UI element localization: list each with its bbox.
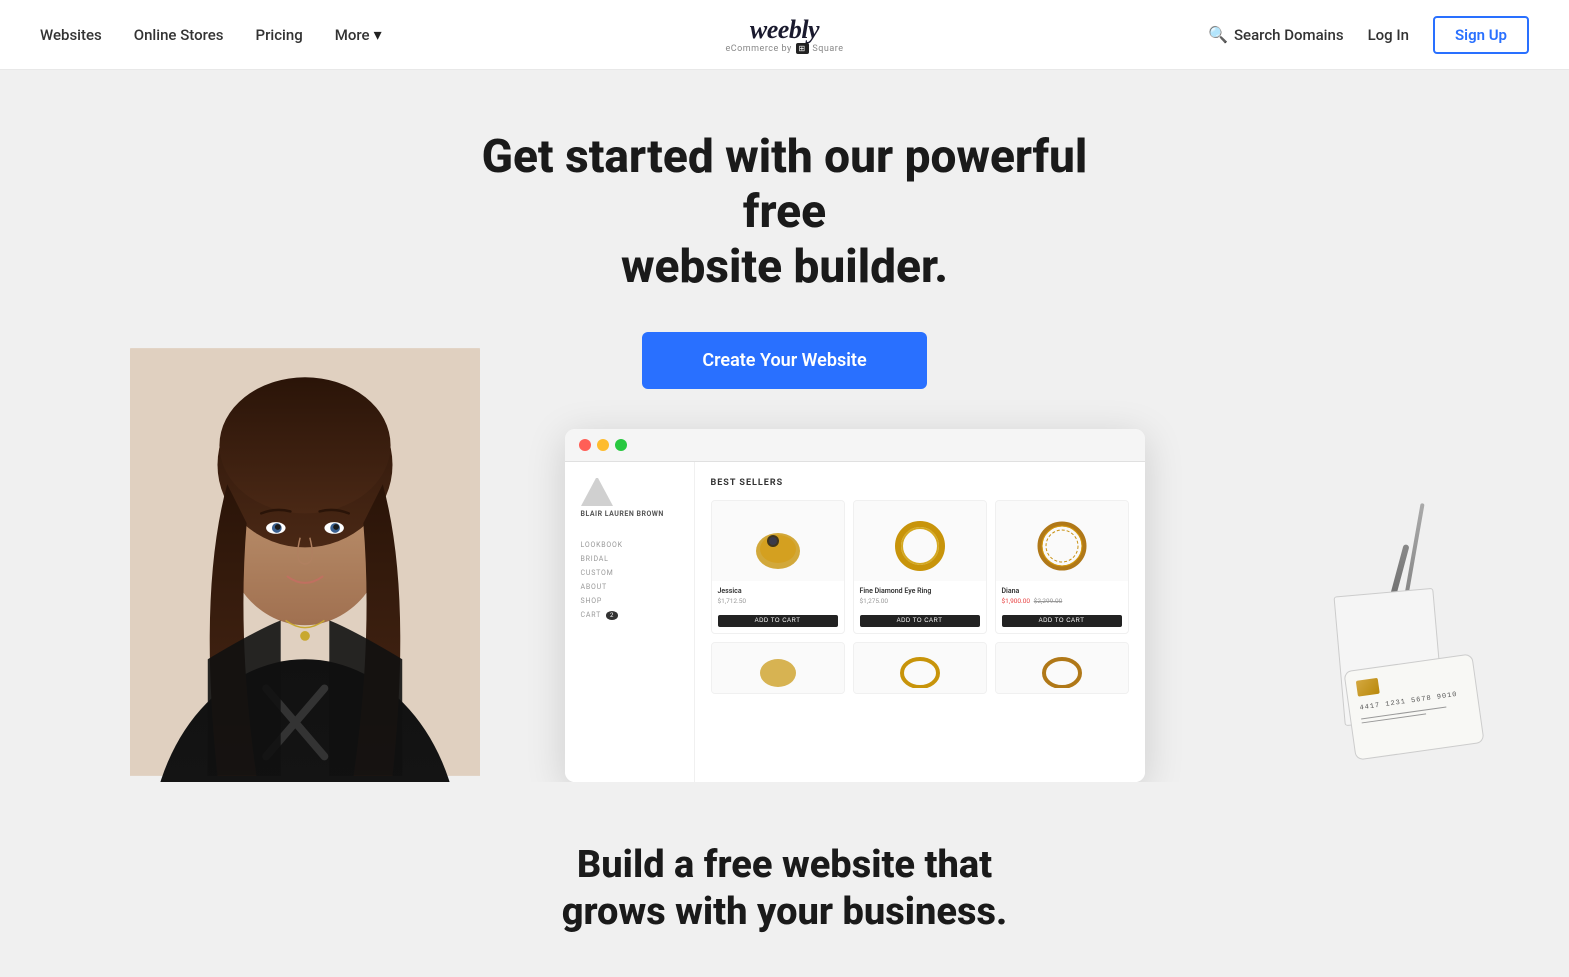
sale-price: $1,900.00 — [1002, 597, 1031, 605]
window-close-dot — [579, 439, 591, 451]
products-grid: Jessica $1,712.50 ADD TO CART — [711, 500, 1129, 634]
original-price: $2,299.00 — [1034, 597, 1063, 605]
product-info: Fine Diamond Eye Ring $1,275.00 ADD TO C… — [854, 581, 986, 633]
decorative-illustration: 4417 1231 5678 9010 — [1289, 402, 1489, 782]
best-sellers-heading: BEST SELLERS — [711, 478, 1129, 488]
logo-wordmark: weebly — [726, 15, 844, 45]
mockup-main-content: BEST SELLERS — [695, 462, 1145, 782]
mockup-menu-item: SHOP — [581, 594, 678, 608]
add-to-cart-button[interactable]: ADD TO CART — [718, 615, 838, 627]
nav-right: 🔍 Search Domains Log In Sign Up — [1208, 16, 1529, 54]
product-image — [712, 501, 844, 581]
products-grid-row2 — [711, 642, 1129, 694]
window-chrome-bar — [565, 429, 1145, 462]
mockup-sidebar: BLAIR LAUREN BROWN LOOKBOOK BRIDAL CUSTO… — [565, 462, 695, 782]
logo-sub-text: eCommerce by ⊞ Square — [726, 43, 844, 54]
product-image — [996, 643, 1128, 693]
window-maximize-dot — [615, 439, 627, 451]
bottom-headline-line2: grows with your business. — [562, 890, 1008, 934]
product-price: $1,275.00 — [860, 597, 980, 605]
product-card: Fine Diamond Eye Ring $1,275.00 ADD TO C… — [853, 500, 987, 634]
bottom-headline: Build a free website that grows with you… — [40, 842, 1529, 937]
mockup-menu-item: CART 2 — [581, 608, 678, 622]
hero-headline: Get started with our powerful free websi… — [435, 130, 1135, 296]
mockup-brand-logo: BLAIR LAUREN BROWN — [581, 478, 678, 518]
product-info: Diana $1,900.00 $2,299.00 ADD TO CART — [996, 581, 1128, 633]
mockup-menu-item: ABOUT — [581, 580, 678, 594]
square-badge: ⊞ — [796, 43, 809, 54]
bottom-section: Build a free website that grows with you… — [0, 782, 1569, 977]
search-domains-button[interactable]: 🔍 Search Domains — [1208, 25, 1344, 44]
hero-person-image — [130, 342, 480, 782]
navigation: Websites Online Stores Pricing More ▾ we… — [0, 0, 1569, 70]
mockup-menu-item: CUSTOM — [581, 566, 678, 580]
signup-button[interactable]: Sign Up — [1433, 16, 1529, 54]
product-card — [995, 642, 1129, 694]
product-name: Fine Diamond Eye Ring — [860, 587, 980, 595]
product-image — [712, 643, 844, 693]
nav-more-dropdown[interactable]: More ▾ — [335, 25, 382, 44]
nav-more-label[interactable]: More — [335, 26, 370, 44]
nav-websites[interactable]: Websites — [40, 26, 102, 44]
search-domains-label: Search Domains — [1234, 26, 1344, 44]
product-info: Jessica $1,712.50 ADD TO CART — [712, 581, 844, 633]
window-minimize-dot — [597, 439, 609, 451]
chip-icon — [1356, 677, 1380, 696]
product-name: Diana — [1002, 587, 1122, 595]
site-logo[interactable]: weebly eCommerce by ⊞ Square — [726, 15, 844, 54]
nav-online-stores[interactable]: Online Stores — [134, 26, 224, 44]
credit-card-icon: 4417 1231 5678 9010 — [1343, 653, 1484, 760]
hero-headline-line2: website builder. — [621, 240, 948, 294]
product-name: Jessica — [718, 587, 838, 595]
product-card: Diana $1,900.00 $2,299.00 ADD TO CART — [995, 500, 1129, 634]
add-to-cart-button[interactable]: ADD TO CART — [860, 615, 980, 627]
mockup-menu-item: BRIDAL — [581, 552, 678, 566]
product-image — [854, 501, 986, 581]
product-image — [854, 643, 986, 693]
chevron-down-icon: ▾ — [374, 25, 382, 44]
search-icon: 🔍 — [1208, 25, 1228, 44]
hero-visual-area: BLAIR LAUREN BROWN LOOKBOOK BRIDAL CUSTO… — [0, 429, 1569, 782]
hero-section: Get started with our powerful free websi… — [0, 70, 1569, 782]
product-card — [711, 642, 845, 694]
website-mockup: BLAIR LAUREN BROWN LOOKBOOK BRIDAL CUSTO… — [565, 429, 1145, 782]
mockup-brand-name: BLAIR LAUREN BROWN — [581, 510, 678, 518]
create-website-button[interactable]: Create Your Website — [642, 332, 926, 389]
add-to-cart-button[interactable]: ADD TO CART — [1002, 615, 1122, 627]
product-card: Jessica $1,712.50 ADD TO CART — [711, 500, 845, 634]
mockup-menu-item: LOOKBOOK — [581, 538, 678, 552]
product-image — [996, 501, 1128, 581]
triangle-icon — [581, 478, 613, 506]
nav-left: Websites Online Stores Pricing More ▾ — [40, 25, 382, 44]
login-button[interactable]: Log In — [1368, 26, 1409, 44]
mockup-content: BLAIR LAUREN BROWN LOOKBOOK BRIDAL CUSTO… — [565, 462, 1145, 782]
product-card — [853, 642, 987, 694]
hero-headline-line1: Get started with our powerful free — [482, 130, 1088, 239]
product-price: $1,900.00 $2,299.00 — [1002, 597, 1122, 605]
bottom-headline-line1: Build a free website that — [577, 843, 992, 887]
mockup-nav-menu: LOOKBOOK BRIDAL CUSTOM ABOUT SHOP CART 2 — [581, 538, 678, 622]
product-price: $1,712.50 — [718, 597, 838, 605]
nav-pricing[interactable]: Pricing — [256, 26, 303, 44]
